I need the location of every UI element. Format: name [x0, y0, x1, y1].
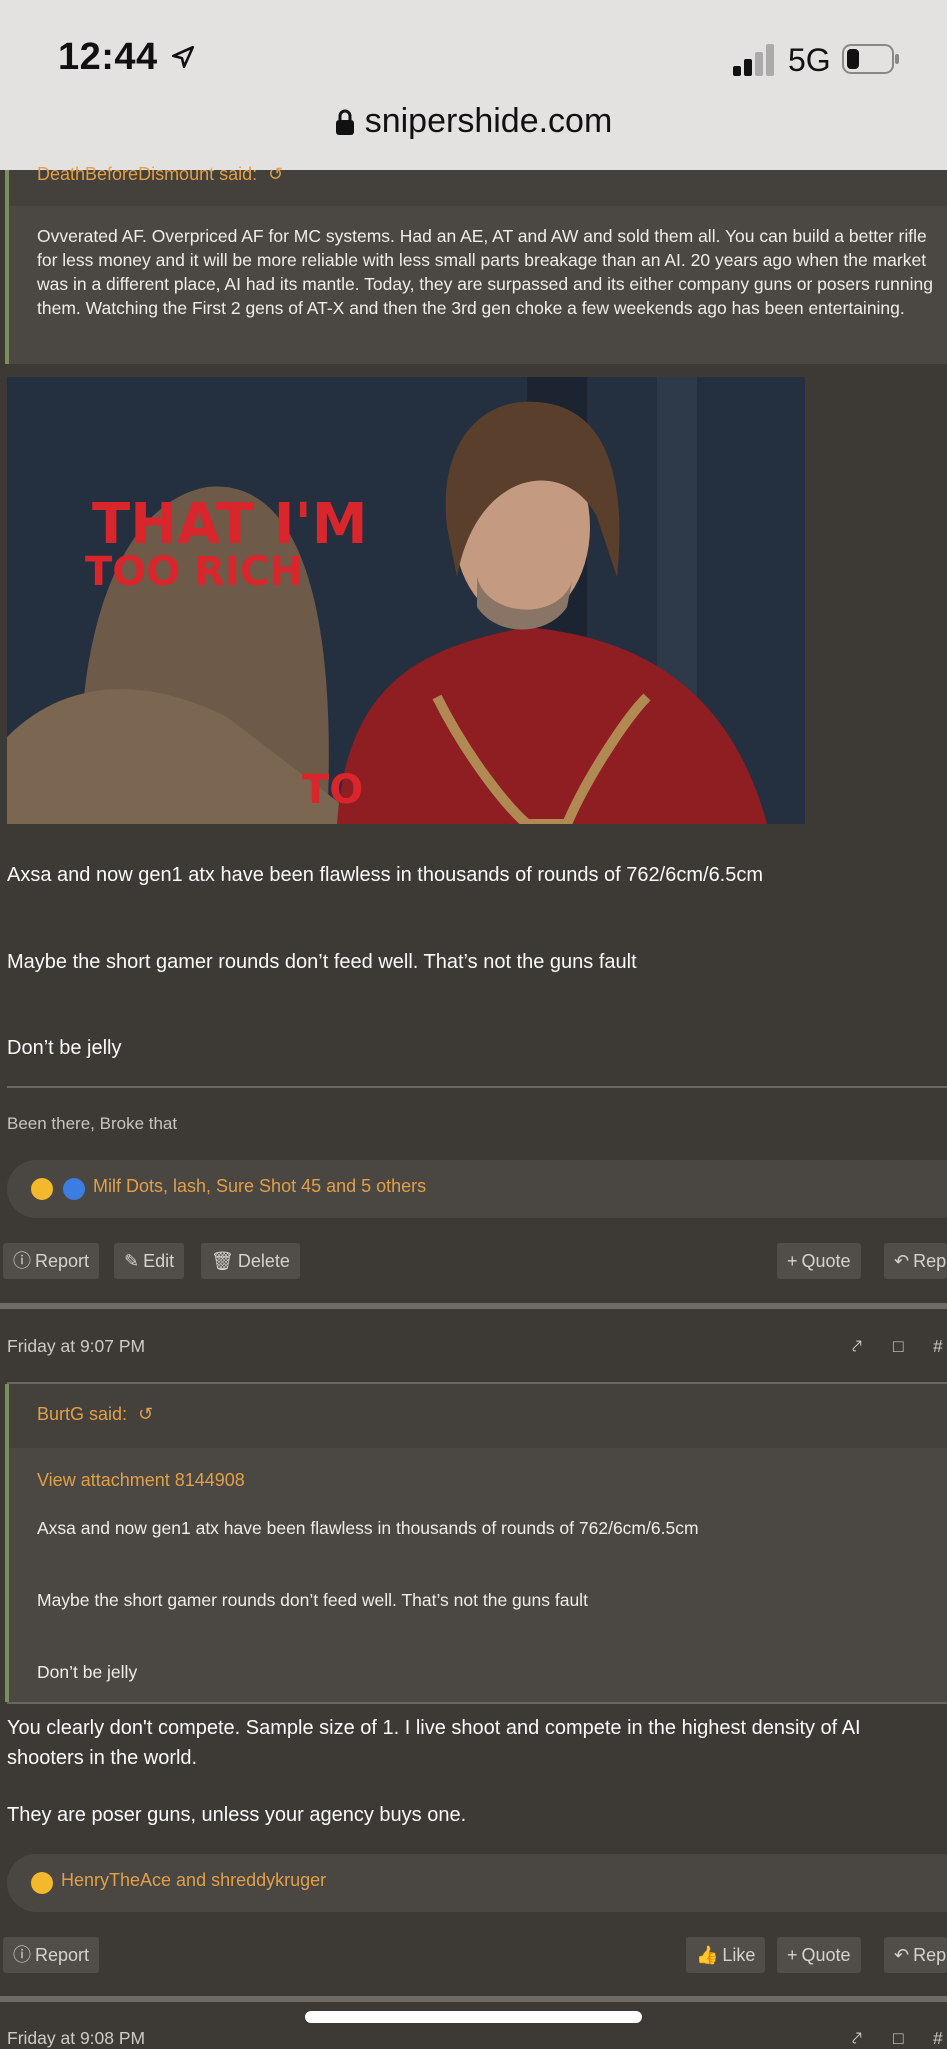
battery-icon	[842, 44, 899, 74]
signature: Been there, Broke that	[7, 1114, 178, 1133]
quote-block: BurtG said: ↺ View attachment 8144908 Ax…	[5, 1384, 947, 1702]
warning-icon: ⓘ	[13, 1251, 31, 1271]
post-paragraph: Don’t be jelly	[7, 1037, 122, 1059]
reaction-gif[interactable]: THAT I'M TOO RICH TO	[7, 377, 805, 824]
report-button[interactable]: ⓘ Report	[3, 1937, 100, 1973]
gif-caption-bottom: TO	[302, 767, 364, 813]
quote-text: Ovverated AF. Overpriced AF for MC syste…	[37, 226, 933, 318]
cellular-signal-icon	[733, 44, 774, 76]
laughing-emoji-icon	[31, 1178, 53, 1200]
like-button[interactable]: 👍 Like	[686, 1937, 766, 1973]
thumbs-up-icon: 👍	[696, 1945, 719, 1965]
url-text: snipershide.com	[364, 102, 613, 140]
quote-button[interactable]: + Quote	[777, 1937, 861, 1973]
gif-caption-middle: TOO RICH	[85, 549, 303, 595]
delete-button[interactable]: 🗑 Delete	[201, 1243, 300, 1279]
bookmark-icon[interactable]: □	[893, 1336, 904, 1357]
attachment-link[interactable]: View attachment 8144908	[37, 1470, 245, 1491]
reactions-bar[interactable]: HenryTheAce and shreddykruger	[7, 1854, 947, 1912]
post-separator	[0, 1303, 947, 1309]
post-timestamp[interactable]: Friday at 9:08 PM	[7, 2028, 145, 2049]
post-timestamp[interactable]: Friday at 9:07 PM	[7, 1336, 145, 1357]
post-separator	[0, 1996, 947, 2002]
gif-scene	[7, 377, 805, 824]
browser-status-bar: 12:44 5G snipershide.com	[0, 0, 947, 170]
reply-arrow-icon: ↶	[894, 1945, 910, 1965]
trash-icon: 🗑	[211, 1251, 234, 1271]
jump-to-quote-icon[interactable]: ↺	[268, 164, 283, 184]
quote-paragraph: Maybe the short gamer rounds don’t feed …	[37, 1590, 588, 1610]
reply-arrow-icon: ↶	[894, 1251, 910, 1271]
plus-icon: +	[787, 1251, 798, 1271]
home-indicator[interactable]	[305, 2011, 642, 2023]
post-number[interactable]: #	[933, 2028, 943, 2049]
reactions-bar[interactable]: Milf Dots, lash, Sure Shot 45 and 5 othe…	[7, 1160, 947, 1218]
edit-button[interactable]: ✎ Edit	[114, 1243, 185, 1279]
reaction-users[interactable]: HenryTheAce and shreddykruger	[61, 1870, 326, 1891]
share-icon[interactable]: ⤤	[852, 2028, 862, 2049]
quote-button[interactable]: + Quote	[777, 1243, 861, 1279]
quote-paragraph: Don’t be jelly	[37, 1662, 138, 1682]
gif-caption-top: THAT I'M	[92, 492, 368, 557]
reply-button[interactable]: ↶ Rep	[884, 1937, 947, 1973]
quote-bottom-divider	[7, 1702, 947, 1704]
quote-paragraph: Axsa and now gen1 atx have been flawless…	[37, 1518, 699, 1538]
laughing-emoji-icon	[31, 1872, 53, 1894]
post-paragraph: You clearly don't compete. Sample size o…	[7, 1717, 861, 1769]
pencil-icon: ✎	[124, 1251, 140, 1271]
post-paragraph: Maybe the short gamer rounds don’t feed …	[7, 951, 637, 973]
quote-author[interactable]: DeathBeforeDismount said: ↺	[37, 164, 283, 185]
bookmark-icon[interactable]: □	[893, 2028, 904, 2049]
clock-time: 12:44	[58, 36, 158, 78]
address-bar[interactable]: snipershide.com	[0, 102, 947, 141]
plus-icon: +	[787, 1945, 798, 1965]
share-icon[interactable]: ⤤	[852, 1336, 862, 1357]
reply-button[interactable]: ↶ Rep	[884, 1243, 947, 1279]
thumbs-up-icon	[63, 1178, 85, 1200]
report-button[interactable]: ⓘ Report	[3, 1243, 100, 1279]
network-type: 5G	[788, 42, 831, 78]
quote-block: DeathBeforeDismount said: ↺ Ovverated AF…	[5, 164, 947, 364]
post-paragraph: Axsa and now gen1 atx have been flawless…	[7, 864, 764, 886]
post-paragraph: They are poser guns, unless your agency …	[7, 1804, 467, 1826]
lock-icon	[335, 109, 354, 135]
reaction-users[interactable]: Milf Dots, lash, Sure Shot 45 and 5 othe…	[93, 1176, 426, 1197]
warning-icon: ⓘ	[13, 1945, 31, 1965]
quote-author[interactable]: BurtG said: ↺	[37, 1404, 153, 1425]
signature-divider	[7, 1086, 947, 1088]
post-number[interactable]: #	[933, 1336, 943, 1357]
location-arrow-icon	[171, 45, 195, 69]
jump-to-quote-icon[interactable]: ↺	[138, 1404, 153, 1424]
